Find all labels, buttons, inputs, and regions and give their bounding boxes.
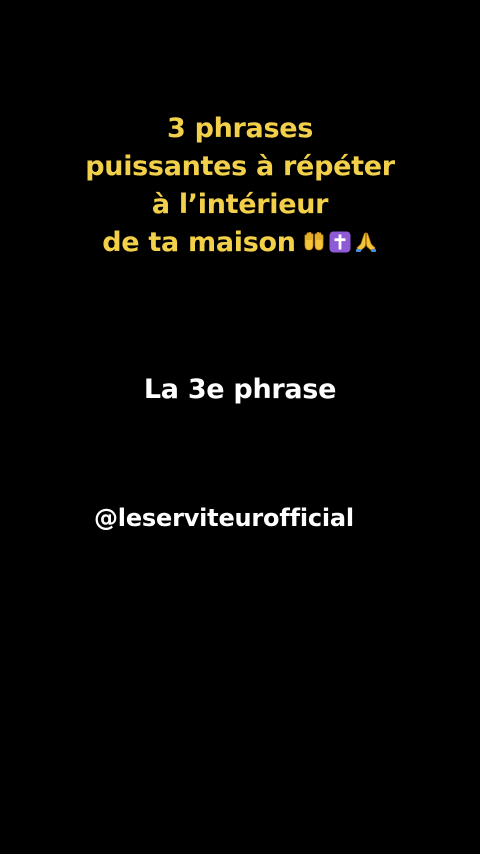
caption-line-2: puissantes à répéter [85, 151, 395, 182]
caption-line-4: de ta maison [102, 227, 296, 258]
caption-line-3: à l’intérieur [151, 189, 329, 220]
caption-line-4-row: de ta maison [0, 224, 480, 262]
latin-cross-icon [328, 230, 352, 254]
caption-title: 3 phrases puissantes à répéter à l’intér… [0, 110, 480, 262]
video-frame: 3 phrases puissantes à répéter à l’intér… [0, 0, 480, 854]
raised-hands-icon [302, 230, 326, 254]
praying-hands-icon [354, 230, 378, 254]
caption-line-1: 3 phrases [166, 113, 314, 144]
subtitle-text: La 3e phrase [143, 374, 337, 405]
account-handle: @leserviteurofficial [94, 504, 354, 532]
emoji-group [302, 230, 378, 254]
